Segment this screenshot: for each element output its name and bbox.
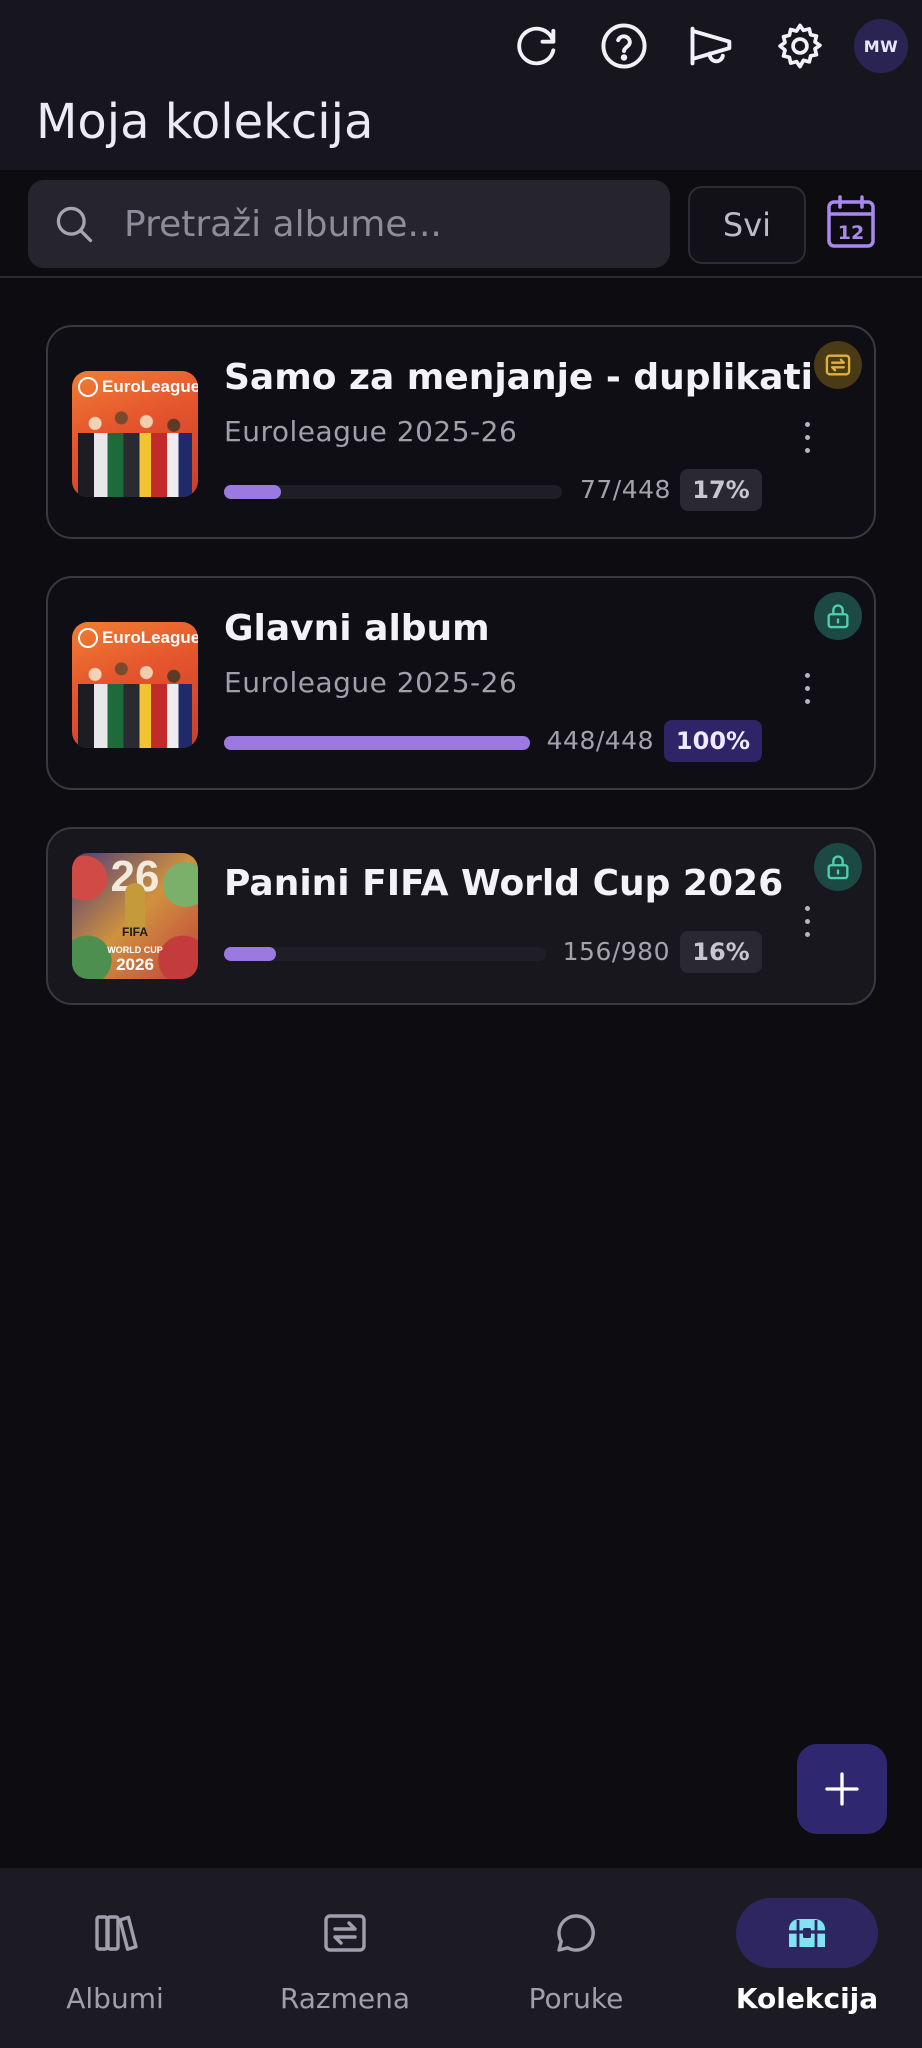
swap-icon: [324, 1914, 366, 1952]
calendar-day: 12: [838, 222, 864, 244]
search-input[interactable]: [124, 203, 670, 245]
more-options-icon[interactable]: [792, 658, 822, 718]
nav-label: Albumi: [66, 1982, 164, 2015]
album-subtitle: Euroleague 2025-26: [224, 666, 518, 699]
album-card[interactable]: 26 FIFA WORLD CUP 2026 Panini FIFA World…: [46, 827, 876, 1005]
lock-icon: [814, 592, 862, 640]
help-icon[interactable]: [596, 18, 652, 74]
album-thumbnail: 26 FIFA WORLD CUP 2026: [72, 853, 198, 979]
books-icon: [95, 1915, 138, 1951]
search-icon: [56, 206, 93, 243]
nav-item-razmena[interactable]: Razmena: [230, 1868, 460, 2048]
album-count: 448/448: [546, 726, 654, 755]
add-album-button[interactable]: [797, 1744, 887, 1834]
album-title: Glavni album: [224, 608, 490, 649]
calendar-icon[interactable]: 12: [826, 194, 876, 250]
megaphone-icon[interactable]: [684, 18, 740, 74]
avatar[interactable]: MW: [854, 19, 908, 73]
album-card[interactable]: EuroLeague Samo za menjanje - duplikati …: [46, 325, 876, 539]
plus-icon: [825, 1772, 859, 1806]
percent-badge: 17%: [680, 469, 762, 511]
album-count: 156/980: [562, 937, 670, 966]
search-bar-row: Svi 12: [0, 170, 922, 278]
album-thumbnail: EuroLeague: [72, 371, 198, 497]
filter-dropdown[interactable]: Svi: [688, 186, 806, 264]
progress-bar: [224, 947, 546, 961]
nav-label: Poruke: [528, 1982, 624, 2015]
page-title: Moja kolekcija: [36, 94, 374, 150]
app-header: MW Moja kolekcija: [0, 0, 922, 170]
percent-badge: 100%: [664, 720, 762, 762]
fifa-logo: FIFA: [122, 925, 148, 939]
percent-badge: 16%: [680, 931, 762, 973]
lock-icon: [814, 843, 862, 891]
nav-item-poruke[interactable]: Poruke: [461, 1868, 691, 2048]
album-title: Samo za menjanje - duplikati: [224, 357, 813, 398]
world-cup-year: 2026: [116, 955, 154, 974]
top-toolbar: MW: [476, 16, 910, 76]
chest-icon: [789, 1919, 825, 1947]
progress-bar: [224, 736, 530, 750]
euroleague-logo: EuroLeague: [78, 377, 198, 397]
chat-bubble-icon: [557, 1914, 595, 1952]
progress-bar: [224, 485, 562, 499]
search-box[interactable]: [28, 180, 670, 268]
album-card[interactable]: EuroLeague Glavni album Euroleague 2025-…: [46, 576, 876, 790]
nav-label: Razmena: [279, 1982, 411, 2015]
more-options-icon[interactable]: [792, 891, 822, 951]
album-count: 77/448: [580, 475, 671, 504]
world-cup-label: WORLD CUP: [107, 945, 163, 955]
album-thumbnail: EuroLeague: [72, 622, 198, 748]
nav-item-albumi[interactable]: Albumi: [0, 1868, 230, 2048]
euroleague-logo: EuroLeague: [78, 628, 198, 648]
settings-icon[interactable]: [772, 18, 828, 74]
swap-icon: [814, 341, 862, 389]
nav-item-kolekcija[interactable]: Kolekcija: [692, 1868, 922, 2048]
album-subtitle: Euroleague 2025-26: [224, 415, 518, 448]
album-title: Panini FIFA World Cup 2026: [224, 863, 784, 904]
bottom-navigation: Albumi Razmena Poruke Kolekcija: [0, 1868, 922, 2048]
refresh-icon[interactable]: [508, 18, 564, 74]
nav-label: Kolekcija: [735, 1982, 879, 2015]
more-options-icon[interactable]: [792, 407, 822, 467]
